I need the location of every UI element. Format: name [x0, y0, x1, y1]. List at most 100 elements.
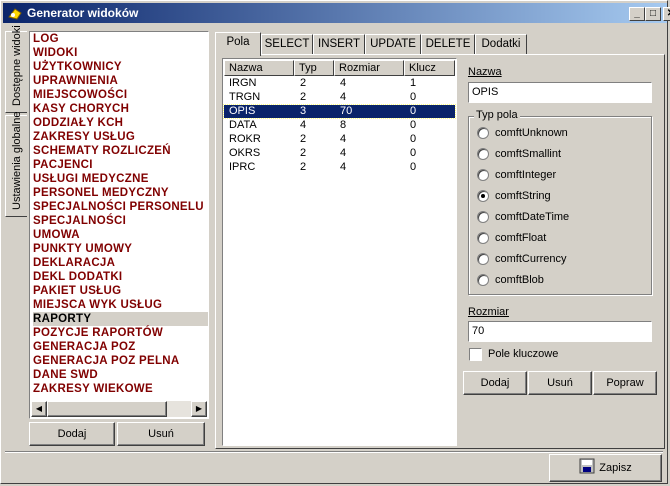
view-list-item[interactable]: SPECJALNOŚCI [33, 214, 208, 228]
scroll-left-icon[interactable]: ◀ [31, 401, 47, 417]
radio-label: comftUnknown [495, 127, 568, 139]
add-view-button[interactable]: Dodaj [29, 422, 115, 446]
save-button[interactable]: Zapisz [549, 454, 662, 482]
view-list-item[interactable]: PAKIET USŁUG [33, 284, 208, 298]
tab-select[interactable]: SELECT [261, 34, 313, 54]
column-header-size[interactable]: Rozmiar [334, 60, 404, 76]
fields-grid[interactable]: Nazwa Typ Rozmiar Klucz IRGN 2 4 1 TRGN 2 4 0 OP… [222, 58, 457, 446]
table-cell: OKRS [229, 147, 261, 159]
view-list-item[interactable]: DEKL DODATKI [33, 270, 208, 284]
side-tab-label: Dostępne widoki [11, 25, 23, 106]
view-list-item[interactable]: WIDOKI [33, 46, 208, 60]
radio-label: comftInteger [495, 169, 557, 181]
horizontal-scrollbar[interactable]: ◀ ▶ [31, 401, 207, 417]
add-field-button[interactable]: Dodaj [463, 371, 527, 395]
minimize-button[interactable]: _ [629, 7, 645, 21]
name-label-text: Nazwa [468, 66, 502, 78]
close-button[interactable]: ✕ [663, 7, 670, 21]
table-cell: IRGN [229, 77, 257, 89]
view-list-item[interactable]: DANE SWD [33, 368, 208, 382]
radio-circle-icon [477, 211, 489, 223]
table-cell: 4 [340, 77, 347, 89]
scroll-thumb[interactable] [47, 401, 167, 417]
tab-pola[interactable]: Pola [215, 32, 261, 56]
side-tab-label: Ustawienia globalne [11, 111, 23, 210]
tab-insert[interactable]: INSERT [313, 34, 365, 54]
view-list-item[interactable]: GENERACJA POZ [33, 340, 208, 354]
view-list-item[interactable]: USŁUGI MEDYCZNE [33, 172, 208, 186]
fix-field-button[interactable]: Popraw [593, 371, 657, 395]
radio-label: comftBlob [495, 274, 544, 286]
radio-circle-icon [477, 148, 489, 160]
table-row[interactable]: ROKR 2 4 0 [224, 133, 455, 146]
table-row[interactable]: TRGN 2 4 0 [224, 91, 455, 104]
table-cell: 0 [410, 147, 417, 159]
view-list-item[interactable]: GENERACJA POZ PELNA [33, 354, 208, 368]
radio-circle-icon [477, 274, 489, 286]
radio-circle-icon [477, 190, 489, 202]
view-list-item[interactable]: MIEJSCOWOŚCI [33, 88, 208, 102]
app-icon [8, 8, 22, 20]
size-input[interactable]: 70 [468, 321, 652, 342]
table-cell: 2 [300, 147, 307, 159]
view-list-item[interactable]: PUNKTY UMOWY [33, 242, 208, 256]
table-cell: 4 [300, 119, 307, 131]
view-list-item[interactable]: ZAKRESY USŁUG [33, 130, 208, 144]
name-input[interactable]: OPIS [468, 82, 652, 103]
remove-view-button[interactable]: Usuń [117, 422, 205, 446]
side-tab-available-views[interactable]: Dostępne widoki [5, 25, 27, 113]
table-row[interactable]: OPIS 3 70 0 [223, 104, 456, 119]
size-label-text: Rozmiar [468, 306, 509, 318]
key-checkbox[interactable] [469, 348, 482, 361]
view-list-item[interactable]: SPECJALNOŚCI PERSONELU [33, 200, 208, 214]
key-checkbox-label: Pole kluczowe [488, 348, 559, 360]
radio-circle-icon [477, 253, 489, 265]
column-header-name[interactable]: Nazwa [224, 60, 294, 76]
view-list-item[interactable]: KASY CHORYCH [33, 102, 208, 116]
view-list-item[interactable]: DEKLARACJA [33, 256, 208, 270]
view-list-item[interactable]: SCHEMATY ROZLICZEŃ [33, 144, 208, 158]
radio-label: comftString [495, 190, 551, 202]
side-tab-global-settings[interactable]: Ustawienia globalne [5, 111, 27, 217]
table-row[interactable]: IRGN 2 4 1 [224, 77, 455, 90]
maximize-button[interactable]: □ [645, 7, 661, 21]
view-list-item[interactable]: UŻYTKOWNICY [33, 60, 208, 74]
view-list-item[interactable]: POZYCJE RAPORTÓW [33, 326, 208, 340]
tab-update[interactable]: UPDATE [365, 34, 421, 54]
view-list-item[interactable]: PACJENCI [33, 158, 208, 172]
view-list-item[interactable]: RAPORTY [33, 312, 208, 326]
view-list-item[interactable]: ODDZIAŁY KCH [33, 116, 208, 130]
scroll-right-icon[interactable]: ▶ [191, 401, 207, 417]
view-list-item[interactable]: UMOWA [33, 228, 208, 242]
column-header-type[interactable]: Typ [294, 60, 334, 76]
view-list-item[interactable]: UPRAWNIENIA [33, 74, 208, 88]
remove-field-button[interactable]: Usuń [528, 371, 592, 395]
table-cell: 2 [300, 161, 307, 173]
table-cell: DATA [229, 119, 257, 131]
table-row[interactable]: OKRS 2 4 0 [224, 147, 455, 160]
column-header-key[interactable]: Klucz [404, 60, 455, 76]
views-list[interactable]: LOG WIDOKI UŻYTKOWNICY UPRAWNIENIA MIEJSCOWO… [29, 31, 209, 419]
window-title: Generator widoków [27, 6, 139, 20]
table-row[interactable]: IPRC 2 4 0 [224, 161, 455, 174]
radio-label: comftSmallint [495, 148, 562, 160]
views-list-items: LOG WIDOKI UŻYTKOWNICY UPRAWNIENIA MIEJSCOWO… [30, 32, 208, 396]
save-button-label: Zapisz [599, 462, 632, 474]
radio-circle-icon [477, 127, 489, 139]
view-list-item[interactable]: MIEJSCA WYK USŁUG [33, 298, 208, 312]
table-cell: 0 [410, 161, 417, 173]
view-list-item[interactable]: ZAKRESY WIEKOWE [33, 382, 208, 396]
view-list-item[interactable]: PERSONEL MEDYCZNY [33, 186, 208, 200]
table-cell: 8 [340, 119, 347, 131]
title-bar[interactable]: Generator widoków _ □ ✕ [3, 3, 670, 23]
table-row[interactable]: DATA 4 8 0 [224, 119, 455, 132]
view-list-item[interactable]: LOG [33, 32, 208, 46]
tab-delete[interactable]: DELETE [421, 34, 475, 54]
table-cell: 4 [340, 91, 347, 103]
field-type-group-label: Typ pola [474, 109, 520, 121]
radio-circle-icon [477, 232, 489, 244]
save-icon [579, 458, 595, 474]
radio-label: comftFloat [495, 232, 547, 244]
field-type-group [468, 116, 652, 295]
tab-dodatki[interactable]: Dodatki [475, 34, 527, 54]
